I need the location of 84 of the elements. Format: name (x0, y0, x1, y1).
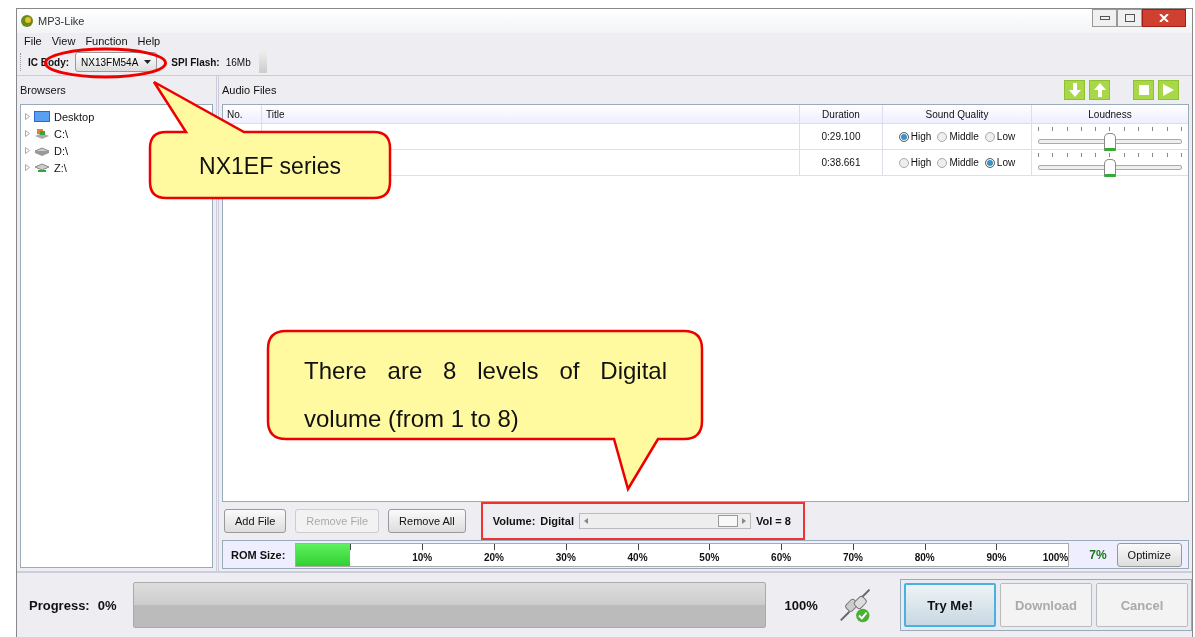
minimize-button[interactable] (1092, 9, 1117, 27)
column-header[interactable]: Title (262, 105, 800, 123)
scale-label: 90% (986, 551, 1007, 563)
left-arrow-icon (583, 518, 588, 524)
duration-cell: 0:29.100 (800, 124, 883, 149)
play-button[interactable] (1158, 80, 1179, 100)
expand-arrow-icon[interactable] (25, 113, 30, 120)
play-icon (1163, 84, 1174, 96)
close-icon (1159, 14, 1169, 22)
tree-item[interactable]: C:\ (54, 127, 69, 140)
expand-arrow-icon[interactable] (25, 130, 30, 137)
app-logo-icon (20, 14, 34, 28)
menu-item[interactable]: Function (85, 35, 128, 49)
quality-radio[interactable]: Middle (937, 131, 979, 142)
callout-text: NX1EF series (198, 151, 342, 181)
quality-radio[interactable]: Low (984, 157, 1016, 168)
radio-indicator[interactable] (937, 157, 948, 168)
slider-thumb[interactable] (1104, 132, 1116, 151)
minimize-icon (1099, 15, 1110, 21)
caret-icon (144, 60, 152, 64)
menu-item[interactable]: File (24, 35, 42, 49)
duration-cell: 0:38.661 (800, 150, 883, 175)
volume-reading: Vol = 8 (755, 515, 791, 527)
radio-indicator[interactable] (984, 131, 995, 142)
scale-label: 30% (555, 551, 576, 563)
panel-title: Browsers (20, 83, 67, 98)
toolbar-handle[interactable] (258, 51, 267, 73)
move-up-button[interactable] (1089, 80, 1110, 100)
down-arrow-icon (1068, 83, 1081, 97)
spi-flash-label: SPI Flash: (171, 56, 220, 68)
scale-label: 70% (842, 551, 863, 563)
drive-icon (34, 127, 50, 140)
menu-item[interactable]: Help (137, 35, 161, 49)
radio-indicator[interactable] (898, 157, 909, 168)
radio-indicator[interactable] (937, 131, 948, 142)
ic-body-dropdown[interactable]: NX13FM54A (75, 52, 158, 72)
volume-label: Volume: (492, 515, 536, 527)
drive-icon (34, 144, 50, 157)
rom-percent: 7% (1089, 547, 1107, 562)
scale-label: 80% (914, 551, 935, 563)
progress-max: 100% (784, 597, 818, 613)
scale-label: 60% (771, 551, 792, 563)
maximize-button[interactable] (1117, 9, 1142, 27)
column-header[interactable]: Duration (800, 105, 883, 123)
optimize-button[interactable]: Optimize (1116, 542, 1182, 567)
scale-label: 20% (484, 551, 504, 563)
network-drive-icon (34, 161, 50, 174)
action-button[interactable]: Try Me! (904, 583, 996, 627)
stop-button[interactable] (1133, 80, 1154, 100)
expand-arrow-icon[interactable] (25, 147, 30, 154)
up-arrow-icon (1093, 83, 1106, 97)
file-button[interactable]: Remove All (388, 509, 466, 533)
maximize-icon (1124, 14, 1135, 22)
column-header[interactable]: Sound Quality (883, 105, 1032, 123)
tree-item[interactable]: Desktop (54, 110, 95, 123)
rom-size-label: ROM Size: (231, 548, 286, 561)
progress-value: 0% (97, 597, 117, 613)
slider-thumb[interactable] (717, 515, 738, 527)
monitor-icon (34, 110, 50, 123)
right-arrow-icon (741, 518, 746, 524)
window-title: MP3-Like (38, 15, 85, 27)
slider-thumb[interactable] (1104, 158, 1116, 177)
scale-label: 100% (1042, 551, 1069, 563)
spi-flash-value: 16Mb (225, 56, 251, 68)
volume-mode: Digital (540, 515, 574, 527)
callout-text: There are 8 levels of Digital volume (from 1 to 8) (304, 356, 667, 434)
progress-label: Progress: (29, 597, 90, 613)
move-down-button[interactable] (1064, 80, 1085, 100)
expand-arrow-icon[interactable] (25, 164, 30, 171)
stop-icon (1138, 85, 1149, 95)
scale-label: 40% (627, 551, 648, 563)
close-button[interactable] (1142, 9, 1186, 27)
quality-radio[interactable]: High (898, 157, 932, 168)
scale-label: 50% (699, 551, 720, 563)
column-header[interactable]: Loudness (1032, 105, 1188, 123)
menu-item[interactable]: View (51, 35, 76, 49)
quality-radio[interactable]: Middle (937, 157, 979, 168)
file-button[interactable]: Add File (224, 509, 287, 533)
quality-radio[interactable]: High (898, 131, 932, 142)
scale-label: 10% (412, 551, 433, 563)
quality-radio[interactable]: Low (984, 131, 1016, 142)
tree-item[interactable]: Z:\ (54, 161, 67, 174)
panel-title: Audio Files (222, 84, 277, 96)
tree-item[interactable]: D:\ (54, 144, 69, 157)
